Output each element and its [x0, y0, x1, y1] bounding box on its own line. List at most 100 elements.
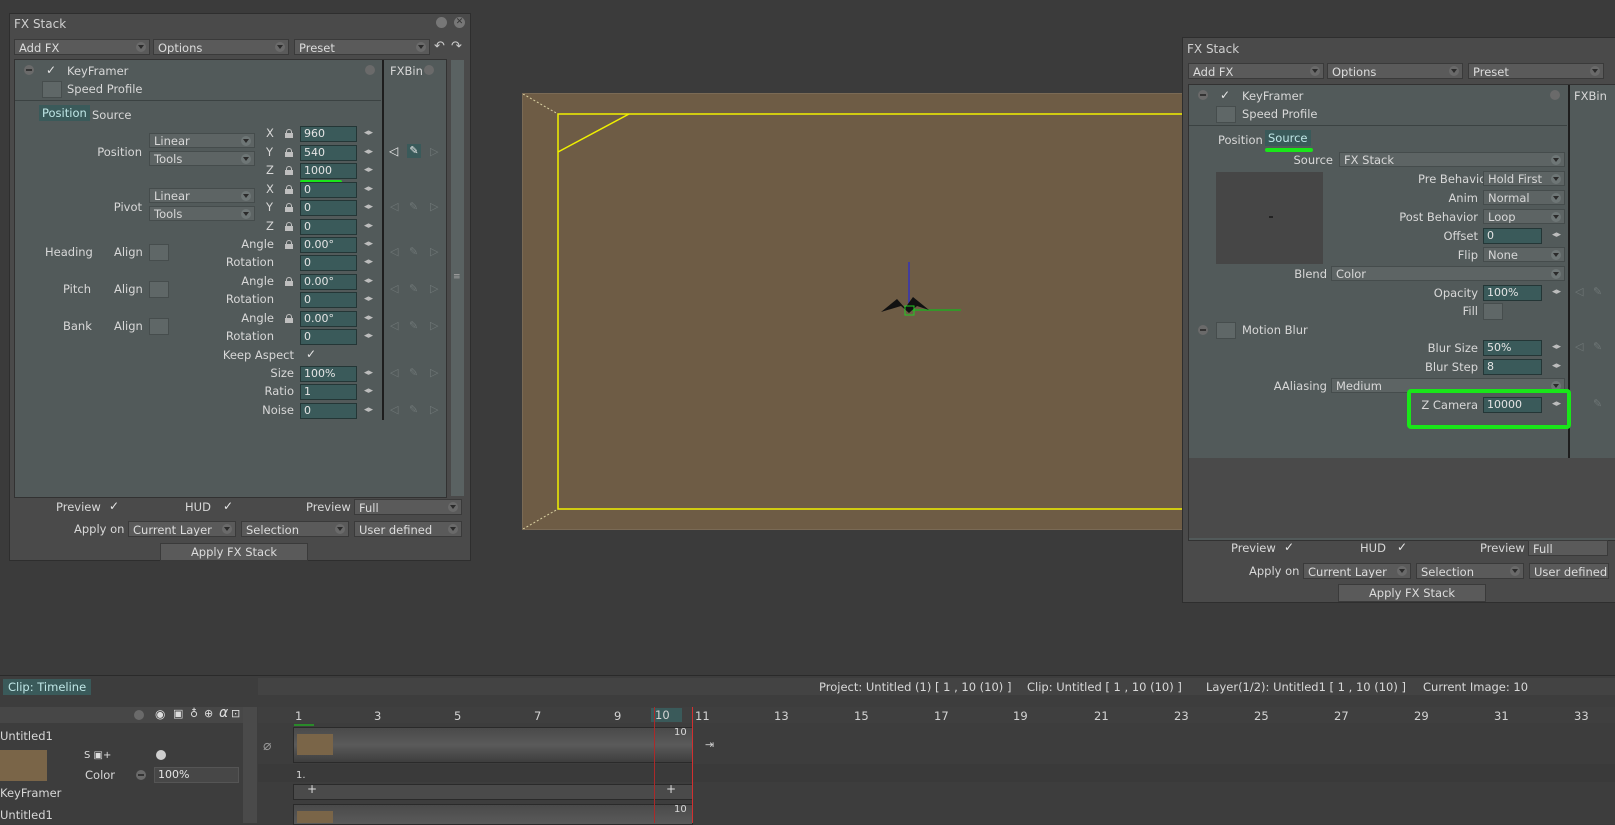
pivot-y-field[interactable]: 0 [300, 200, 357, 216]
noise-field[interactable]: 0 [300, 403, 357, 419]
position-z-spinner-icon[interactable]: ◂▸ [364, 165, 373, 175]
keyframe-prev-icon[interactable]: ◁ [390, 282, 398, 295]
fill-checkbox[interactable] [1483, 303, 1503, 320]
pitch-rotation-field[interactable]: 0 [300, 292, 357, 308]
lock-icon[interactable] [285, 166, 293, 175]
apply-user-dropdown[interactable]: User defined [354, 521, 462, 537]
fxbin-label[interactable]: FXBin [390, 64, 423, 78]
size-spinner-icon[interactable]: ◂▸ [364, 368, 373, 378]
playhead[interactable] [692, 707, 693, 823]
collapse-icon[interactable] [24, 65, 34, 75]
collapse-icon[interactable] [1198, 90, 1208, 100]
pitch-angle-spinner-icon[interactable]: ◂▸ [364, 276, 373, 286]
position-x-spinner-icon[interactable]: ◂▸ [364, 128, 373, 138]
preset-dropdown[interactable]: Preset [294, 39, 430, 55]
wrench-icon[interactable]: ✎ [1593, 285, 1602, 298]
opacity-spinner-icon[interactable]: ◂▸ [1552, 287, 1561, 297]
alpha-icon[interactable]: α [219, 705, 228, 721]
options-dropdown[interactable]: Options [1327, 63, 1463, 79]
keyframe-prev-icon[interactable]: ◁ [390, 366, 398, 379]
wrench-icon[interactable]: ✎ [409, 403, 418, 416]
source-dropdown[interactable]: FX Stack [1339, 152, 1565, 167]
wrench-icon[interactable]: ✎ [409, 282, 418, 295]
heading-angle-field[interactable]: 0.00° [300, 237, 357, 253]
blur-step-spinner-icon[interactable]: ◂▸ [1552, 361, 1561, 371]
blur-size-field[interactable]: 50% [1483, 340, 1542, 356]
preset-dropdown[interactable]: Preset [1468, 63, 1604, 79]
opacity-field[interactable]: 100% [1483, 285, 1542, 301]
keyframe-next-icon[interactable]: ▷ [430, 282, 438, 295]
motion-blur-collapse-icon[interactable] [1198, 325, 1208, 335]
visibility-dot-icon[interactable] [156, 750, 166, 760]
apply-selection-dropdown[interactable]: Selection [241, 521, 349, 537]
keyframe-prev-icon[interactable]: ◁ [390, 403, 398, 416]
keyframe-next-icon[interactable]: ▷ [430, 366, 438, 379]
preview-mode-dropdown[interactable]: Full [354, 499, 462, 515]
pivot-z-field[interactable]: 0 [300, 219, 357, 235]
preview-checkbox[interactable]: ✓ [1284, 540, 1294, 554]
layer-opacity-field[interactable]: 100% [154, 767, 239, 783]
solo-icon[interactable]: S ▣+ [84, 750, 111, 761]
heading-angle-spinner-icon[interactable]: ◂▸ [364, 239, 373, 249]
bank-angle-field[interactable]: 0.00° [300, 311, 357, 327]
layer-filter-dropdown-icon[interactable] [134, 710, 144, 720]
size-field[interactable]: 100% [300, 366, 357, 382]
keyframe-prev-icon[interactable]: ◁ [1575, 285, 1583, 298]
apply-fx-stack-button[interactable]: Apply FX Stack [1338, 584, 1486, 602]
keyframe-next-icon[interactable]: ▷ [430, 319, 438, 332]
fx-name[interactable]: KeyFramer [0, 786, 61, 800]
effect-enabled-checkbox[interactable]: ✓ [46, 63, 56, 77]
wrench-icon[interactable]: ✎ [409, 200, 418, 213]
bank-rotation-spinner-icon[interactable]: ◂▸ [364, 331, 373, 341]
clip-bar[interactable] [293, 727, 693, 763]
lock-icon[interactable] [285, 203, 293, 212]
blur-size-spinner-icon[interactable]: ◂▸ [1552, 342, 1561, 352]
tab-position[interactable]: Position [39, 105, 90, 121]
lock-icon[interactable] [285, 240, 293, 249]
add-key-icon[interactable]: + [666, 782, 676, 796]
keyframe-prev-icon[interactable]: ◁ [1575, 340, 1583, 353]
bank-align-checkbox[interactable] [149, 318, 169, 335]
wrench-icon[interactable]: ✎ [409, 366, 418, 379]
lock-header-icon[interactable]: ▣ [173, 707, 183, 720]
eye-icon[interactable]: ◉ [155, 707, 165, 721]
post-behavior-dropdown[interactable]: Loop [1483, 209, 1565, 224]
lock-icon[interactable] [285, 277, 293, 286]
keep-aspect-checkbox[interactable]: ✓ [306, 347, 316, 361]
position-x-field[interactable]: 960 [300, 126, 357, 142]
lock-icon[interactable] [285, 222, 293, 231]
layer-name[interactable]: Untitled1 [0, 729, 53, 743]
pitch-rotation-spinner-icon[interactable]: ◂▸ [364, 294, 373, 304]
opacity-minus-icon[interactable] [136, 770, 146, 780]
ratio-spinner-icon[interactable]: ◂▸ [364, 386, 373, 396]
blend-dropdown[interactable]: Color [1331, 266, 1565, 281]
bank-rotation-field[interactable]: 0 [300, 329, 357, 345]
apply-selection-dropdown[interactable]: Selection [1416, 563, 1524, 579]
heading-align-checkbox[interactable] [149, 244, 169, 261]
light-icon[interactable]: ♁ [190, 707, 198, 720]
clip-bar-2[interactable] [293, 804, 693, 825]
pivot-interp-dropdown[interactable]: Linear [149, 188, 255, 203]
layer-name-2[interactable]: Untitled1 [0, 808, 53, 822]
lock-icon[interactable] [285, 129, 293, 138]
speed-profile-checkbox[interactable] [1216, 106, 1236, 123]
minimize-icon[interactable] [436, 17, 447, 28]
viewport-canvas[interactable] [522, 93, 1183, 530]
keyframe-next-icon[interactable]: ▷ [430, 145, 438, 158]
position-y-field[interactable]: 540 [300, 145, 357, 161]
keyframe-prev-icon[interactable]: ◁ [390, 200, 398, 213]
fxbin-arrow-icon[interactable] [424, 65, 434, 75]
add-fx-dropdown[interactable]: Add FX [14, 39, 150, 55]
motion-blur-checkbox[interactable] [1216, 322, 1236, 339]
pivot-x-spinner-icon[interactable]: ◂▸ [364, 184, 373, 194]
noise-spinner-icon[interactable]: ◂▸ [364, 405, 373, 415]
apply-fx-stack-button[interactable]: Apply FX Stack [160, 543, 308, 561]
apply-user-dropdown[interactable]: User defined [1529, 563, 1609, 579]
position-interp-dropdown[interactable]: Linear [149, 133, 255, 148]
hud-checkbox[interactable]: ✓ [223, 499, 233, 513]
pivot-y-spinner-icon[interactable]: ◂▸ [364, 202, 373, 212]
keyframe-next-icon[interactable]: ▷ [430, 403, 438, 416]
offset-field[interactable]: 0 [1483, 228, 1542, 244]
wrench-icon[interactable]: ✎ [407, 144, 421, 158]
ratio-field[interactable]: 1 [300, 384, 357, 400]
